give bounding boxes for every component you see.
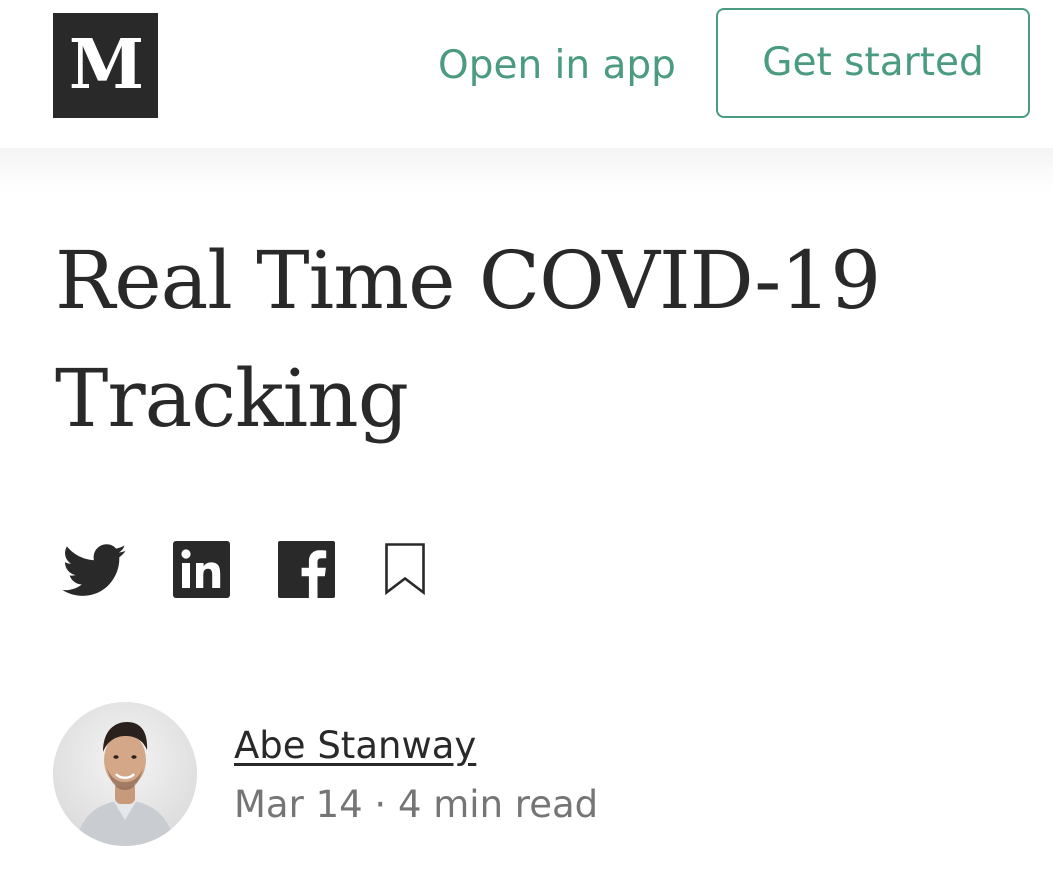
twitter-icon[interactable] — [62, 544, 128, 602]
author-byline: Abe Stanway Mar 14 · 4 min read — [53, 702, 1013, 846]
avatar-photo — [53, 702, 197, 846]
publish-date: Mar 14 — [234, 783, 363, 826]
author-avatar[interactable] — [53, 702, 197, 846]
top-bar: M Open in app Get started — [0, 0, 1053, 148]
author-name-link[interactable]: Abe Stanway — [234, 722, 476, 770]
linkedin-icon[interactable] — [173, 541, 230, 602]
bookmark-icon[interactable] — [384, 542, 426, 600]
header-shadow — [0, 148, 1053, 194]
get-started-button[interactable]: Get started — [716, 8, 1030, 118]
medium-logo[interactable]: M — [53, 13, 158, 118]
article-title: Real Time COVID-19 Tracking — [55, 234, 881, 445]
open-in-app-link[interactable]: Open in app — [438, 36, 676, 96]
read-time: 4 min read — [397, 783, 599, 826]
meta-separator: · — [374, 783, 387, 826]
facebook-icon[interactable] — [278, 541, 335, 602]
article-meta: Mar 14 · 4 min read — [234, 781, 598, 829]
